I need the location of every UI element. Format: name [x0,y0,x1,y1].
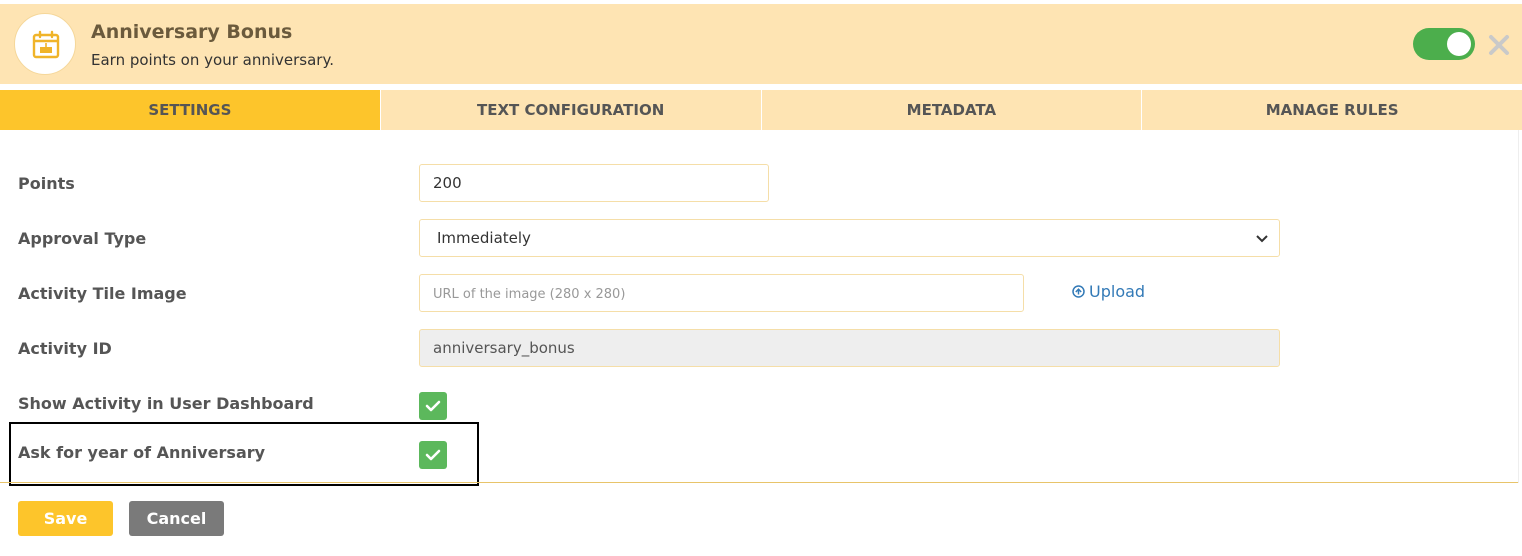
show-in-dashboard-checkbox[interactable] [419,392,447,420]
activity-id-label: Activity ID [18,339,112,358]
form-footer-divider [0,482,1518,483]
highlight-annotation-box [9,422,479,486]
activity-id-input [419,329,1280,367]
activity-settings-page: Anniversary Bonus Earn points on your an… [0,0,1522,556]
save-button[interactable]: Save [18,501,113,536]
toggle-knob [1447,32,1471,56]
tile-image-url-input[interactable] [419,274,1024,312]
cancel-button[interactable]: Cancel [129,501,224,536]
calendar-icon [32,30,60,59]
approval-type-label: Approval Type [18,229,147,248]
activity-enabled-toggle[interactable] [1413,28,1475,60]
upload-link[interactable]: Upload [1072,282,1145,301]
points-label: Points [18,174,75,193]
close-icon [1489,35,1509,55]
tab-text-configuration[interactable]: TEXT CONFIGURATION [379,90,761,130]
settings-tabs: SETTINGS TEXT CONFIGURATION METADATA MAN… [0,90,1522,130]
approval-type-select[interactable]: Immediately [419,219,1280,257]
activity-title: Anniversary Bonus [91,21,293,43]
activity-header: Anniversary Bonus Earn points on your an… [0,4,1522,84]
show-in-dashboard-label: Show Activity in User Dashboard [18,394,314,413]
upload-icon [1072,285,1085,298]
panel-right-border [1518,130,1519,483]
chevron-down-icon [1256,235,1268,243]
activity-subtitle: Earn points on your anniversary. [91,51,334,69]
tab-manage-rules[interactable]: MANAGE RULES [1141,90,1522,130]
tile-image-label: Activity Tile Image [18,284,187,303]
close-button[interactable] [1486,32,1512,58]
approval-type-value: Immediately [437,229,531,247]
points-input[interactable] [419,164,769,202]
check-icon [425,400,441,412]
tab-settings[interactable]: SETTINGS [0,90,380,130]
upload-label: Upload [1089,282,1146,301]
tab-metadata[interactable]: METADATA [760,90,1142,130]
activity-logo [14,13,76,75]
